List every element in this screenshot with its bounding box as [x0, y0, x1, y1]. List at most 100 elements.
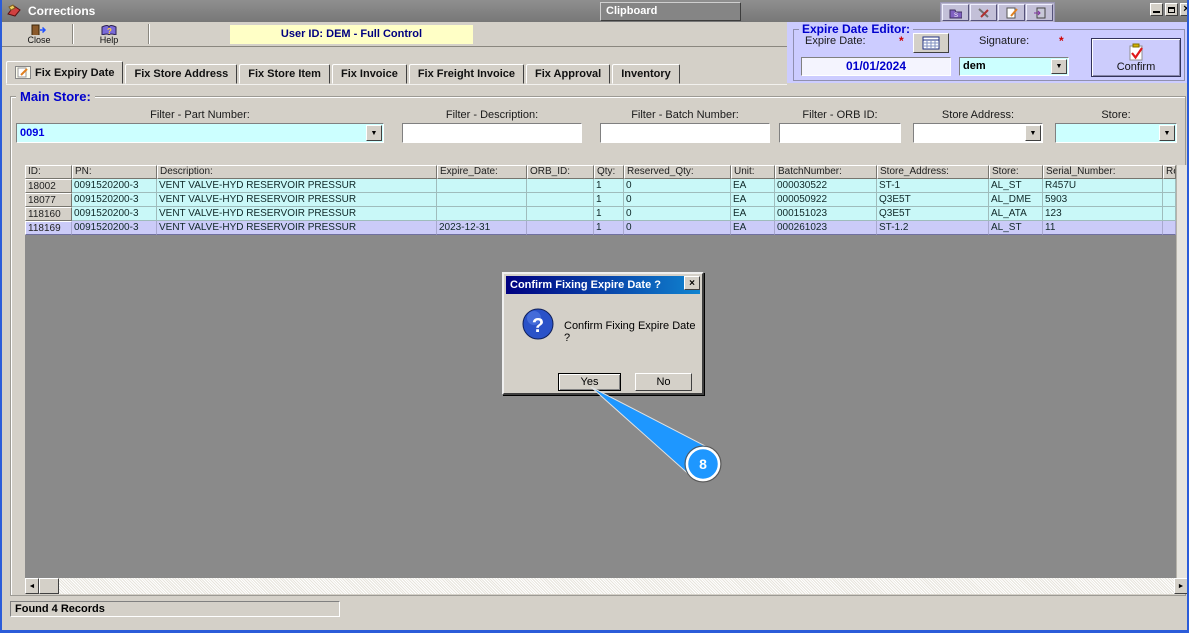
table-cell[interactable]: 118160 — [25, 207, 72, 221]
tab-fix-store-address[interactable]: Fix Store Address — [125, 64, 238, 84]
table-cell[interactable] — [1163, 207, 1176, 221]
yes-button[interactable]: Yes — [558, 373, 621, 391]
table-cell[interactable] — [527, 221, 594, 235]
table-cell[interactable]: 5903 — [1043, 193, 1163, 207]
table-cell[interactable]: VENT VALVE-HYD RESERVOIR PRESSUR — [157, 193, 437, 207]
table-cell[interactable]: 000030522 — [775, 179, 877, 193]
horizontal-scrollbar[interactable]: ◄ ► — [25, 578, 1187, 594]
table-cell[interactable]: EA — [731, 221, 775, 235]
table-cell[interactable] — [1163, 221, 1176, 235]
store-address-combo-arrow[interactable]: ▼ — [1025, 125, 1041, 141]
tab-fix-freight-invoice[interactable]: Fix Freight Invoice — [408, 64, 525, 84]
table-cell[interactable]: 1 — [594, 221, 624, 235]
column-header-pn-[interactable]: PN: — [72, 165, 157, 179]
table-cell[interactable] — [437, 193, 527, 207]
close-button[interactable]: Close — [10, 23, 68, 46]
table-cell[interactable]: 0091520200-3 — [72, 207, 157, 221]
help-button[interactable]: ? Help — [80, 23, 138, 46]
export-icon-button[interactable] — [1026, 4, 1053, 21]
table-cell[interactable]: AL_ST — [989, 221, 1043, 235]
page-edit-icon-button[interactable] — [998, 4, 1025, 21]
vertical-scrollbar[interactable] — [1176, 165, 1187, 578]
table-cell[interactable] — [437, 207, 527, 221]
background-window-clipboard-titlebar[interactable]: Clipboard — [600, 2, 741, 21]
filter-part-number-combo[interactable]: 0091 ▼ — [16, 123, 384, 143]
scroll-right-button[interactable]: ► — [1174, 578, 1187, 594]
table-cell[interactable]: 0 — [624, 207, 731, 221]
table-cell[interactable]: 0 — [624, 221, 731, 235]
calendar-picker-button[interactable] — [913, 33, 949, 53]
scrollbar-thumb[interactable] — [39, 578, 59, 594]
signature-combo[interactable]: dem ▼ — [959, 57, 1069, 76]
expire-date-field[interactable]: 01/01/2024 — [801, 57, 951, 76]
column-header-expire-date-[interactable]: Expire_Date: — [437, 165, 527, 179]
tab-fix-store-item[interactable]: Fix Store Item — [239, 64, 330, 84]
table-row[interactable]: 118160 0091520200-3 VENT VALVE-HYD RESERVO… — [25, 207, 1176, 221]
table-row[interactable]: 18002 0091520200-3 VENT VALVE-HYD RESERVOI… — [25, 179, 1176, 193]
table-cell[interactable] — [527, 193, 594, 207]
table-cell[interactable]: 000151023 — [775, 207, 877, 221]
folder-s-icon-button[interactable]: S — [942, 4, 969, 21]
table-cell[interactable]: AL_ATA — [989, 207, 1043, 221]
column-header-re[interactable]: Re — [1163, 165, 1176, 179]
table-cell[interactable]: 0 — [624, 193, 731, 207]
column-header-serial-number-[interactable]: Serial_Number: — [1043, 165, 1163, 179]
no-button[interactable]: No — [635, 373, 692, 391]
table-cell[interactable]: Q3E5T — [877, 207, 989, 221]
column-header-reserved-qty-[interactable]: Reserved_Qty: — [624, 165, 731, 179]
table-cell[interactable]: 123 — [1043, 207, 1163, 221]
store-combo[interactable]: ▼ — [1055, 123, 1177, 143]
table-cell[interactable]: 18002 — [25, 179, 72, 193]
table-row[interactable]: 18077 0091520200-3 VENT VALVE-HYD RESERVOI… — [25, 193, 1176, 207]
table-cell[interactable]: 0 — [624, 179, 731, 193]
table-cell[interactable]: 000261023 — [775, 221, 877, 235]
table-cell[interactable]: VENT VALVE-HYD RESERVOIR PRESSUR — [157, 179, 437, 193]
close-window-button[interactable]: × — [1180, 3, 1187, 16]
table-cell[interactable]: EA — [731, 193, 775, 207]
column-header-batchnumber-[interactable]: BatchNumber: — [775, 165, 877, 179]
table-cell[interactable]: 000050922 — [775, 193, 877, 207]
scroll-left-button[interactable]: ◄ — [25, 578, 39, 594]
table-cell[interactable]: Q3E5T — [877, 193, 989, 207]
table-cell[interactable]: ST-1 — [877, 179, 989, 193]
table-cell[interactable]: EA — [731, 179, 775, 193]
table-cell[interactable]: ST-1.2 — [877, 221, 989, 235]
part-number-combo-arrow[interactable]: ▼ — [366, 125, 382, 141]
tools-icon-button[interactable] — [970, 4, 997, 21]
column-header-store-[interactable]: Store: — [989, 165, 1043, 179]
signature-combo-arrow[interactable]: ▼ — [1051, 59, 1067, 74]
store-combo-arrow[interactable]: ▼ — [1159, 125, 1175, 141]
table-cell[interactable]: 1 — [594, 193, 624, 207]
table-cell[interactable]: AL_DME — [989, 193, 1043, 207]
table-cell[interactable]: 0091520200-3 — [72, 221, 157, 235]
tab-fix-expiry-date[interactable]: Fix Expiry Date — [6, 61, 124, 84]
table-cell[interactable] — [1163, 179, 1176, 193]
table-cell[interactable]: R457U — [1043, 179, 1163, 193]
table-cell[interactable]: VENT VALVE-HYD RESERVOIR PRESSUR — [157, 221, 437, 235]
column-header-description-[interactable]: Description: — [157, 165, 437, 179]
table-cell[interactable] — [527, 207, 594, 221]
minimize-button[interactable] — [1150, 3, 1163, 16]
table-cell[interactable]: 11 — [1043, 221, 1163, 235]
table-cell[interactable]: 1 — [594, 179, 624, 193]
table-cell[interactable]: 0091520200-3 — [72, 193, 157, 207]
table-cell[interactable] — [1163, 193, 1176, 207]
dialog-title-bar[interactable]: Confirm Fixing Expire Date ? — [506, 276, 700, 294]
table-cell[interactable]: 0091520200-3 — [72, 179, 157, 193]
table-row[interactable]: 118169 0091520200-3 VENT VALVE-HYD RESERVO… — [25, 221, 1176, 235]
restore-button[interactable] — [1165, 3, 1178, 16]
filter-description-input[interactable] — [402, 123, 582, 143]
tab-fix-invoice[interactable]: Fix Invoice — [331, 64, 407, 84]
filter-orb-id-input[interactable] — [779, 123, 901, 143]
column-header-store-address-[interactable]: Store_Address: — [877, 165, 989, 179]
store-address-combo[interactable]: ▼ — [913, 123, 1043, 143]
table-cell[interactable]: 2023-12-31 — [437, 221, 527, 235]
table-cell[interactable]: 118169 — [25, 221, 72, 235]
table-cell[interactable]: EA — [731, 207, 775, 221]
dialog-close-button[interactable]: × — [684, 276, 700, 290]
column-header-id-[interactable]: ID: — [25, 165, 72, 179]
table-cell[interactable] — [437, 179, 527, 193]
confirm-button[interactable]: Confirm — [1091, 38, 1181, 77]
table-cell[interactable]: 18077 — [25, 193, 72, 207]
table-cell[interactable]: 1 — [594, 207, 624, 221]
